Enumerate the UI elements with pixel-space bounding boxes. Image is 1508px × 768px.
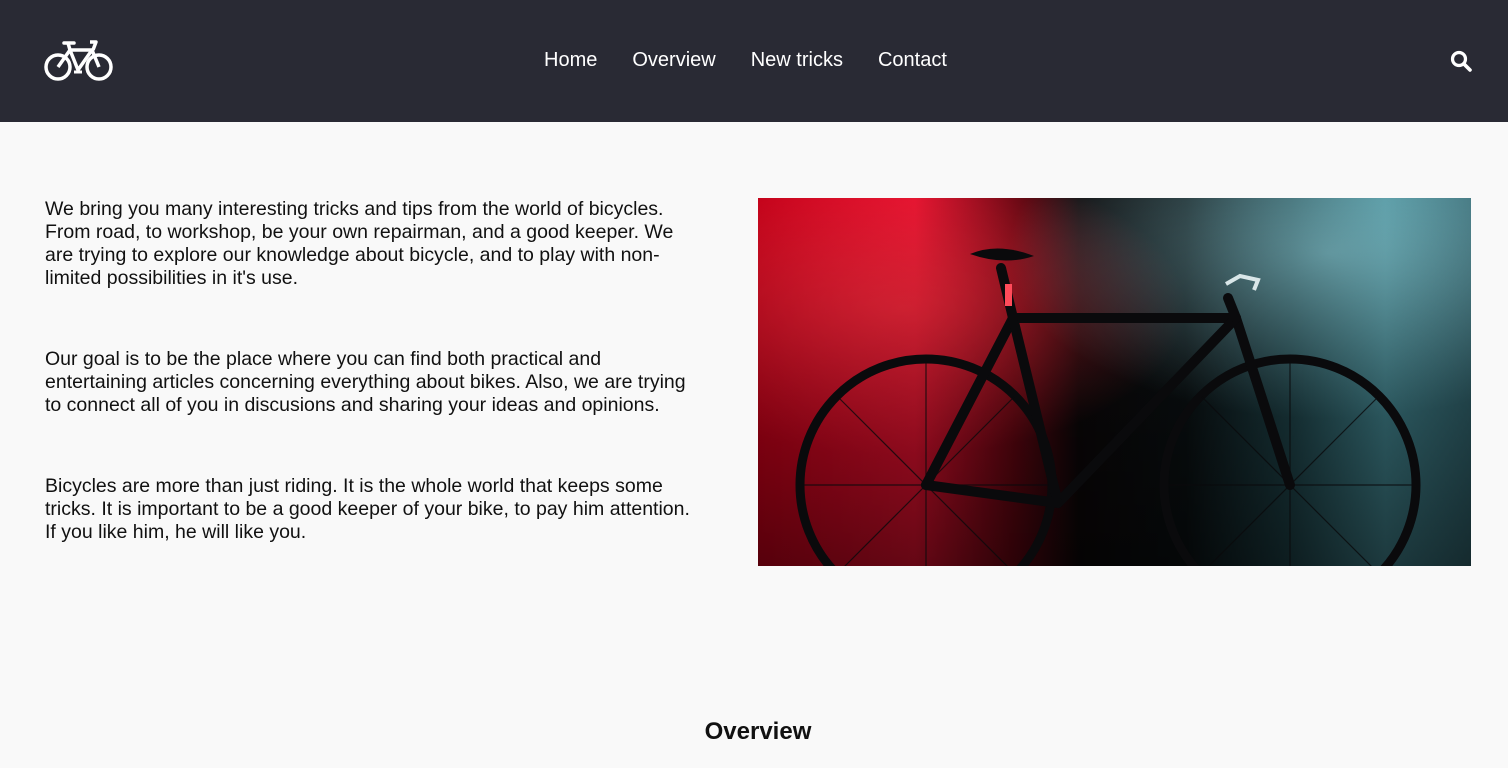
- main-nav: Home Overview New tricks Contact: [544, 48, 982, 72]
- navbar: Home Overview New tricks Contact: [0, 0, 1508, 122]
- nav-overview-link[interactable]: Overview: [632, 48, 715, 72]
- nav-home-link[interactable]: Home: [544, 48, 597, 72]
- intro-paragraph: Bicycles are more than just riding. It i…: [45, 475, 690, 543]
- intro-paragraph: Our goal is to be the place where you ca…: [45, 348, 686, 416]
- nav-new-tricks-link[interactable]: New tricks: [751, 48, 843, 72]
- nav-contact-link[interactable]: Contact: [878, 48, 947, 72]
- hero-bicycle-image: [758, 198, 1471, 566]
- intro-text: We bring you many interesting tricks and…: [45, 198, 695, 602]
- overview-section-title: Overview: [704, 718, 812, 745]
- search-icon[interactable]: [1450, 50, 1472, 72]
- intro-paragraph: We bring you many interesting tricks and…: [45, 198, 674, 289]
- bicycle-icon[interactable]: [44, 38, 114, 82]
